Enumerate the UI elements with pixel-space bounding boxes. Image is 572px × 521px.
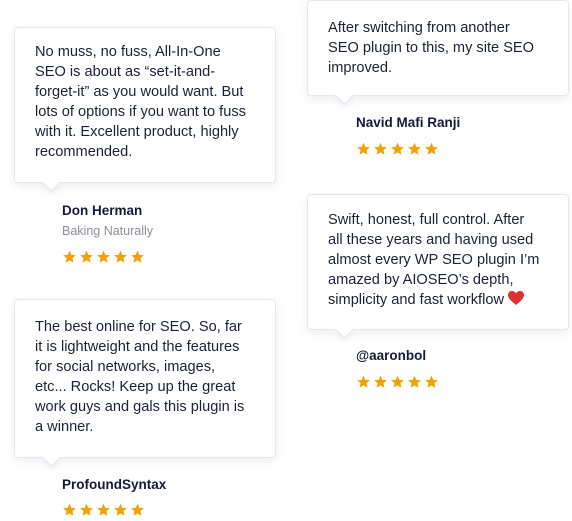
star-icon: [130, 249, 145, 264]
star-icon: [79, 249, 94, 264]
star-rating: [62, 249, 153, 264]
testimonial-card-aaronbol: Swift, honest, full control. After all t…: [307, 194, 569, 330]
star-icon: [130, 502, 145, 517]
star-icon: [113, 502, 128, 517]
testimonial-quote: No muss, no fuss, All-In-One SEO is abou…: [35, 44, 246, 160]
star-icon: [113, 249, 128, 264]
author-company: Baking Naturally: [62, 224, 154, 238]
heart-shape: [508, 291, 525, 305]
testimonial-card-navid-mafi-ranji: After switching from another SEO plugin …: [307, 0, 569, 96]
testimonial-author-aaronbol: @aaronbol: [356, 347, 439, 389]
star-icon: [96, 502, 111, 517]
testimonial-author-don-herman: Don Herman Baking Naturally: [62, 202, 153, 264]
star-icon: [407, 374, 422, 389]
author-name: Don Herman: [62, 203, 143, 218]
star-icon: [424, 374, 439, 389]
author-name: ProfoundSyntax: [62, 477, 167, 492]
star-rating: [356, 374, 439, 389]
testimonial-quote: After switching from another SEO plugin …: [328, 20, 535, 76]
testimonial-quote: Swift, honest, full control. After all t…: [328, 212, 540, 308]
star-icon: [79, 502, 94, 517]
testimonial-author-navid-mafi-ranji: Navid Mafi Ranji: [356, 114, 460, 156]
star-rating: [62, 502, 166, 517]
star-icon: [62, 502, 77, 517]
star-icon: [373, 141, 388, 156]
star-icon: [96, 249, 111, 264]
author-name: @aaronbol: [356, 348, 427, 363]
testimonial-card-don-herman: No muss, no fuss, All-In-One SEO is abou…: [14, 27, 276, 183]
star-icon: [62, 249, 77, 264]
author-name: Navid Mafi Ranji: [356, 115, 461, 130]
star-icon: [390, 141, 405, 156]
testimonial-quote: The best online for SEO. So, far it is l…: [35, 319, 245, 435]
star-icon: [424, 141, 439, 156]
star-icon: [390, 374, 405, 389]
star-icon: [356, 141, 371, 156]
testimonial-author-profoundsyntax: ProfoundSyntax: [62, 476, 166, 517]
star-icon: [356, 374, 371, 389]
testimonial-card-profoundsyntax: The best online for SEO. So, far it is l…: [14, 299, 276, 458]
star-icon: [407, 141, 422, 156]
star-rating: [356, 141, 460, 156]
heart-icon: [508, 291, 525, 305]
star-icon: [373, 374, 388, 389]
